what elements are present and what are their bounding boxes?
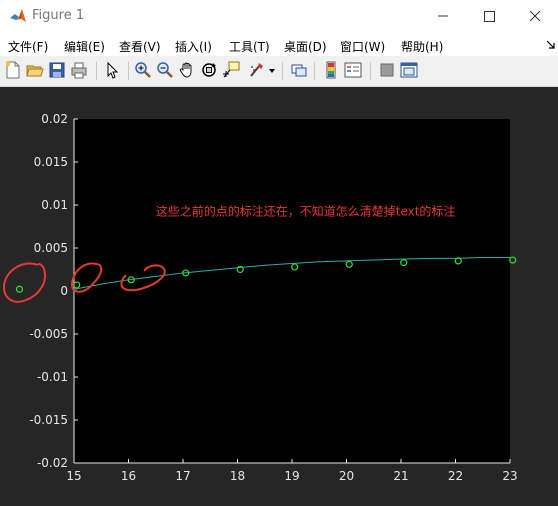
x-tick-label: 19 (284, 469, 299, 483)
zoom-in-icon[interactable] (134, 61, 152, 79)
toolbar-separator (96, 62, 97, 80)
print-icon[interactable] (70, 61, 88, 79)
toolbar-separator (370, 62, 371, 80)
maximize-icon (484, 11, 495, 22)
annotation-circle-outside (2, 262, 46, 303)
close-button[interactable] (512, 0, 558, 32)
menu-help[interactable]: 帮助(H) (401, 38, 443, 55)
toolbar-separator (128, 62, 129, 80)
y-tick-label: -0.015 (29, 413, 68, 427)
close-icon (529, 10, 541, 22)
x-tick-label: 16 (121, 469, 136, 483)
menu-view[interactable]: 查看(V) (119, 38, 161, 55)
plot-svg: 15 16 17 18 19 20 21 22 23 0.02 0.015 0.01 0.005 0 -0.… (2, 112, 518, 483)
window-title: Figure 1 (32, 8, 85, 23)
menu-bar: 文件(F) 编辑(E) 查看(V) 插入(I) 工具(T) 桌面(D) 窗口(W… (0, 32, 558, 56)
toolbar-separator (314, 62, 315, 80)
x-tick-label: 17 (175, 469, 190, 483)
data-point-marker (15, 285, 24, 293)
rotate-3d-icon[interactable] (200, 61, 218, 79)
zoom-out-icon[interactable] (156, 61, 174, 79)
menu-desktop[interactable]: 桌面(D) (284, 38, 327, 55)
x-tick-label: 21 (393, 469, 408, 483)
legend-icon[interactable] (344, 61, 362, 79)
hide-plot-tools-icon[interactable] (378, 61, 396, 79)
x-tick-label: 20 (339, 469, 354, 483)
data-point-marker (509, 256, 517, 264)
brush-dropdown-icon[interactable] (269, 68, 275, 74)
matlab-logo-icon (10, 9, 26, 22)
y-tick-label: -0.005 (29, 327, 68, 341)
y-tick-label: 0.015 (34, 155, 68, 169)
figure-canvas[interactable]: 15 16 17 18 19 20 21 22 23 0.02 0.015 0.01 0.005 0 -0.… (0, 87, 558, 506)
open-file-icon[interactable] (26, 61, 44, 79)
minimize-button[interactable] (420, 0, 466, 32)
menu-window[interactable]: 窗口(W) (340, 38, 385, 55)
y-tick-label: -0.02 (37, 456, 68, 470)
toolbar (0, 56, 558, 87)
colorbar-icon[interactable] (322, 61, 340, 79)
brush-icon[interactable] (247, 61, 265, 79)
menu-insert[interactable]: 插入(I) (175, 38, 212, 55)
x-tick-label: 15 (66, 469, 81, 483)
y-tick-label: 0.01 (41, 198, 68, 212)
y-tick-label: 0.005 (34, 241, 68, 255)
save-icon[interactable] (48, 61, 66, 79)
title-bar: Figure 1 (0, 0, 558, 32)
axes-background[interactable] (74, 119, 510, 463)
maximize-button[interactable] (466, 0, 512, 32)
y-tick-label: 0.02 (41, 112, 68, 126)
data-cursor-icon[interactable] (222, 61, 240, 79)
y-tick-label: 0 (60, 284, 68, 298)
edit-plot-arrow-icon[interactable] (104, 61, 122, 79)
new-figure-icon[interactable] (4, 61, 22, 79)
link-plot-icon[interactable] (290, 61, 308, 79)
toolbar-separator (282, 62, 283, 80)
minimize-icon (438, 15, 448, 17)
menu-tools[interactable]: 工具(T) (229, 38, 270, 55)
x-tick-label: 22 (448, 469, 463, 483)
pan-hand-icon[interactable] (178, 61, 196, 79)
show-plot-tools-icon[interactable] (400, 61, 418, 79)
x-tick-label: 23 (502, 469, 517, 483)
x-tick-label: 18 (230, 469, 245, 483)
dock-arrow-icon[interactable] (546, 40, 556, 50)
menu-file[interactable]: 文件(F) (8, 38, 48, 55)
menu-edit[interactable]: 编辑(E) (64, 38, 105, 55)
annotation-text: 这些之前的点的标注还在，不知道怎么清楚掉text的标注 (156, 203, 456, 218)
y-tick-label: -0.01 (37, 370, 68, 384)
